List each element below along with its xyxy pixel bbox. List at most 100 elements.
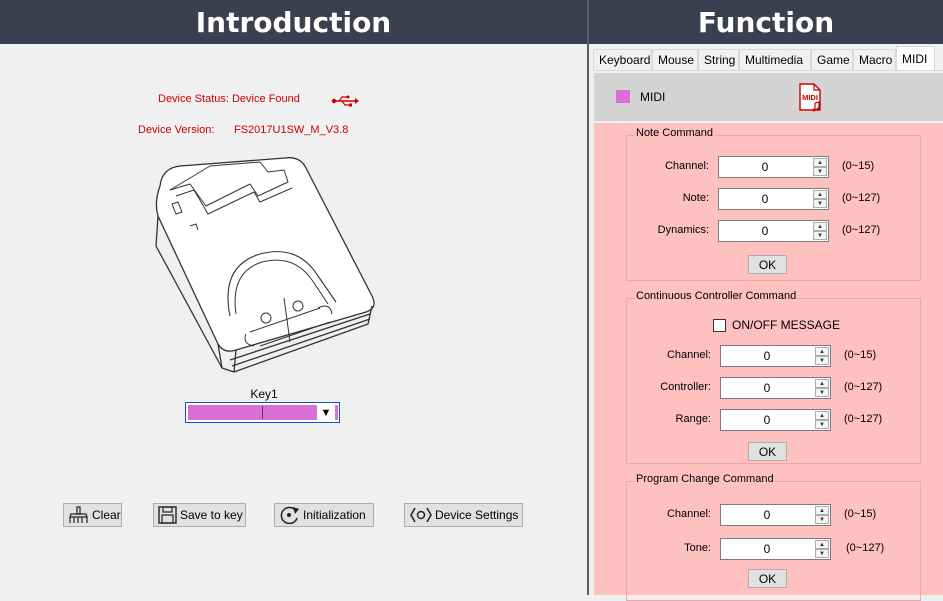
save-to-key-button[interactable]: Save to key: [153, 503, 246, 527]
pc-command-group: Program Change Command Channel: 0 ▲ ▼ (0~…: [626, 473, 922, 601]
midi-label: MIDI: [640, 90, 666, 104]
spin-down-icon[interactable]: ▼: [815, 515, 829, 524]
initialization-label: Initialization: [303, 508, 366, 522]
cc-command-title: Continuous Controller Command: [635, 290, 798, 302]
device-status: Device Status: Device Found: [158, 93, 300, 105]
key-color-dropdown[interactable]: ▼: [185, 402, 340, 423]
pc-channel-row: Channel: 0 ▲ ▼ (0~15): [627, 504, 922, 526]
device-version-label: Device Version:: [138, 124, 215, 136]
pc-tone-range: (0~127): [846, 542, 885, 554]
pc-tone-spinbox[interactable]: 0 ▲ ▼: [720, 538, 831, 560]
cc-command-group: Continuous Controller Command ON/OFF MES…: [626, 290, 922, 464]
note-dynamics-range: (0~127): [842, 224, 881, 236]
tab-baseline: [593, 70, 943, 71]
pc-channel-value: 0: [763, 508, 771, 522]
spin-up-icon[interactable]: ▲: [815, 506, 829, 515]
tab-mouse[interactable]: Mouse: [652, 49, 698, 70]
tab-multimedia[interactable]: Multimedia: [739, 49, 811, 70]
midi-color-swatch: [616, 90, 630, 103]
introduction-header: Introduction: [0, 0, 587, 44]
cc-controller-range: (0~127): [844, 381, 883, 393]
pc-channel-spinbox[interactable]: 0 ▲ ▼: [720, 504, 831, 526]
spin-up-icon[interactable]: ▲: [813, 158, 827, 167]
spin-down-icon[interactable]: ▼: [813, 167, 827, 176]
pedal-illustration: [155, 157, 375, 373]
save-icon: [158, 506, 177, 524]
note-channel-range: (0~15): [842, 160, 875, 172]
spin-up-icon[interactable]: ▲: [815, 411, 829, 420]
cc-channel-range: (0~15): [844, 349, 877, 361]
device-settings-button[interactable]: Device Settings: [404, 503, 523, 527]
function-panel: Keyboard Mouse String Multimedia Game Ma…: [589, 44, 943, 601]
note-channel-spinbox[interactable]: 0 ▲ ▼: [718, 156, 829, 178]
broom-icon: [69, 506, 88, 523]
tab-midi[interactable]: MIDI: [896, 46, 935, 70]
note-note-label: Note:: [682, 192, 709, 204]
note-channel-value: 0: [761, 160, 769, 174]
note-dynamics-row: Dynamics: 0 ▲ ▼ (0~127): [627, 220, 922, 242]
tab-game[interactable]: Game: [811, 49, 853, 70]
note-dynamics-value: 0: [761, 224, 769, 238]
dropdown-arrow-icon[interactable]: ▼: [318, 405, 334, 420]
cc-controller-label: Controller:: [660, 381, 711, 393]
cc-range-value: 0: [763, 413, 771, 427]
note-command-title: Note Command: [635, 127, 715, 139]
cc-range-row: Range: 0 ▲ ▼ (0~127): [627, 409, 922, 431]
introduction-panel: Device Status: Device Found Device Versi…: [0, 44, 587, 595]
midi-icon-text: MIDI: [802, 93, 818, 102]
pc-command-title: Program Change Command: [635, 473, 775, 485]
note-dynamics-spinbox[interactable]: 0 ▲ ▼: [718, 220, 829, 242]
spin-down-icon[interactable]: ▼: [815, 356, 829, 365]
cc-channel-label: Channel:: [666, 349, 711, 361]
note-command-group: Note Command Channel: 0 ▲ ▼ (0~15) Note: …: [626, 127, 922, 281]
cc-controller-spinbox[interactable]: 0 ▲ ▼: [720, 377, 831, 399]
spin-down-icon[interactable]: ▼: [813, 199, 827, 208]
settings-icon: [410, 507, 432, 523]
initialization-button[interactable]: Initialization: [274, 503, 374, 527]
spin-down-icon[interactable]: ▼: [815, 388, 829, 397]
spin-up-icon[interactable]: ▲: [815, 540, 829, 549]
spin-up-icon[interactable]: ▲: [813, 190, 827, 199]
midi-header-bar: MIDI MIDI: [594, 73, 943, 121]
spin-up-icon[interactable]: ▲: [813, 222, 827, 231]
note-channel-row: Channel: 0 ▲ ▼ (0~15): [627, 156, 922, 178]
midi-file-icon: MIDI: [799, 83, 821, 112]
spin-down-icon[interactable]: ▼: [813, 231, 827, 240]
cc-channel-spinbox[interactable]: 0 ▲ ▼: [720, 345, 831, 367]
pc-tone-row: Tone: 0 ▲ ▼ (0~127): [627, 538, 922, 560]
note-ok-button[interactable]: OK: [748, 255, 787, 274]
save-to-key-label: Save to key: [180, 508, 243, 522]
key-color-swatch: [188, 405, 317, 420]
pc-tone-value: 0: [763, 542, 771, 556]
cc-controller-row: Controller: 0 ▲ ▼ (0~127): [627, 377, 922, 399]
tab-macro[interactable]: Macro: [853, 49, 896, 70]
pc-ok-button[interactable]: OK: [748, 569, 787, 588]
clear-button[interactable]: Clear: [63, 503, 122, 527]
cc-range-range: (0~127): [844, 413, 883, 425]
pc-tone-label: Tone:: [684, 542, 711, 554]
note-channel-label: Channel:: [664, 160, 709, 172]
spin-down-icon[interactable]: ▼: [815, 549, 829, 558]
function-header: Function: [589, 0, 943, 44]
spin-down-icon[interactable]: ▼: [815, 420, 829, 429]
cc-range-spinbox[interactable]: 0 ▲ ▼: [720, 409, 831, 431]
onoff-message-option[interactable]: ON/OFF MESSAGE: [713, 318, 840, 332]
note-note-row: Note: 0 ▲ ▼ (0~127): [627, 188, 922, 210]
cc-controller-value: 0: [763, 381, 771, 395]
clear-button-label: Clear: [92, 508, 121, 522]
onoff-message-checkbox[interactable]: [713, 318, 726, 332]
cc-ok-button[interactable]: OK: [748, 442, 787, 461]
tab-keyboard[interactable]: Keyboard: [593, 49, 652, 70]
spin-up-icon[interactable]: ▲: [815, 379, 829, 388]
tab-string[interactable]: String: [698, 49, 739, 70]
key-label: Key1: [250, 387, 278, 401]
spin-up-icon[interactable]: ▲: [815, 347, 829, 356]
function-tabs: Keyboard Mouse String Multimedia Game Ma…: [593, 46, 935, 70]
device-settings-label: Device Settings: [435, 508, 519, 522]
note-note-spinbox[interactable]: 0 ▲ ▼: [718, 188, 829, 210]
combo-divider: [262, 406, 263, 419]
cc-channel-value: 0: [763, 349, 771, 363]
note-dynamics-label: Dynamics:: [657, 224, 709, 236]
usb-icon: [331, 95, 359, 107]
key-color-swatch-end: [335, 405, 338, 420]
